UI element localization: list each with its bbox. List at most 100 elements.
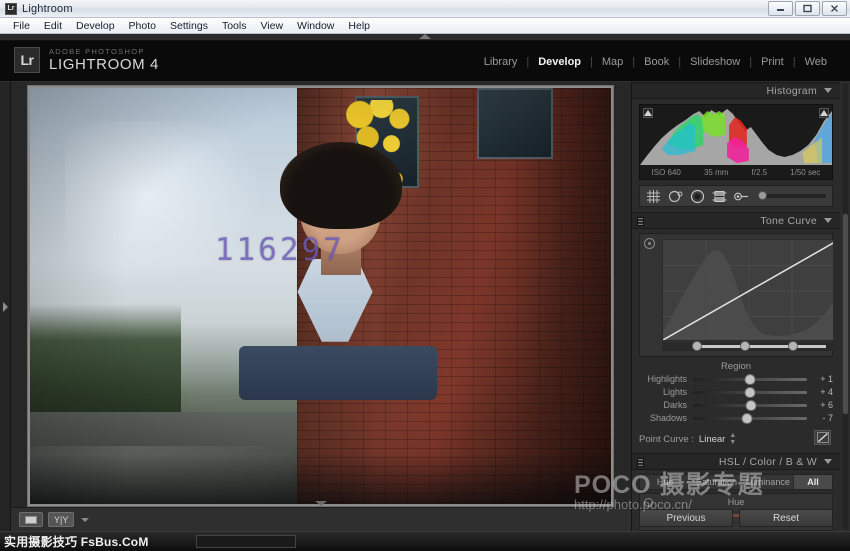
menu-settings[interactable]: Settings	[163, 19, 215, 33]
edit-point-curve-button[interactable]	[814, 430, 831, 445]
module-web[interactable]: Web	[796, 55, 836, 69]
identity-plate[interactable]: Lr ADOBE PHOTOSHOP LIGHTROOM 4	[14, 47, 159, 73]
split-handle-highlights[interactable]	[788, 341, 798, 351]
slider-track[interactable]	[693, 412, 807, 424]
lr-badge-icon: Lr	[14, 47, 40, 73]
menu-view[interactable]: View	[253, 19, 290, 33]
chevron-down-icon[interactable]	[824, 459, 832, 464]
histogram-graph[interactable]: ISO 640 35 mm f/2.5 1/50 sec	[639, 104, 833, 180]
slider-track[interactable]	[693, 386, 807, 398]
slider-knob[interactable]	[744, 373, 756, 385]
taskbar-input-box[interactable]	[196, 535, 296, 548]
hsl-tab-bar: Hue Saturation Luminance All	[639, 474, 833, 490]
slider-track[interactable]	[693, 399, 807, 411]
graduated-filter-icon[interactable]	[712, 189, 727, 204]
slider-highlights[interactable]: Highlights + 1	[639, 373, 833, 385]
highlight-clipping-indicator-icon[interactable]	[819, 108, 829, 118]
loupe-view-button[interactable]	[19, 512, 43, 527]
menu-help[interactable]: Help	[341, 19, 377, 33]
chevron-down-icon[interactable]	[315, 501, 327, 506]
panel-toggle-switch-icon[interactable]	[637, 458, 644, 467]
chevron-updown-icon[interactable]: ▲ ▼	[729, 432, 736, 446]
panel-scrollbar[interactable]	[843, 84, 848, 529]
taskbar: 实用摄影技巧 FsBus.CoM	[0, 531, 850, 551]
chevron-down-icon[interactable]	[824, 218, 832, 223]
splitter-track	[696, 345, 826, 348]
module-slideshow[interactable]: Slideshow	[681, 55, 749, 69]
targeted-adjustment-tool-icon[interactable]	[644, 498, 653, 507]
panel-toggle-switch-icon[interactable]	[637, 217, 644, 226]
tone-curve-panel-header[interactable]: Tone Curve	[632, 212, 840, 229]
window-controls	[768, 1, 847, 16]
slider-label: Highlights	[647, 374, 687, 384]
module-map[interactable]: Map	[593, 55, 632, 69]
menu-develop[interactable]: Develop	[69, 19, 122, 33]
exif-focal: 35 mm	[703, 168, 729, 177]
preview-photo[interactable]: 116297	[30, 88, 611, 504]
menu-tools[interactable]: Tools	[215, 19, 254, 33]
hsl-tab-all[interactable]: All	[793, 475, 832, 489]
scrollbar-thumb[interactable]	[843, 214, 848, 414]
hsl-tab-hue[interactable]: Hue	[640, 475, 692, 489]
menu-window[interactable]: Window	[290, 19, 341, 33]
spot-removal-icon[interactable]	[668, 189, 683, 204]
loupe-icon	[25, 515, 37, 524]
slider-lights[interactable]: Lights + 4	[639, 386, 833, 398]
exif-readout: ISO 640 35 mm f/2.5 1/50 sec	[640, 168, 832, 177]
menu-file[interactable]: File	[6, 19, 37, 33]
module-book[interactable]: Book	[635, 55, 678, 69]
workspace: 116297 Y|Y Histogram ISO 640 35 mm f/2.5…	[0, 82, 850, 531]
hsl-tab-luminance[interactable]: Luminance	[743, 475, 794, 489]
module-picker: Library | Develop | Map | Book | Slidesh…	[475, 55, 836, 69]
red-eye-correction-icon[interactable]	[690, 189, 705, 204]
split-handle-midtones[interactable]	[740, 341, 750, 351]
module-print[interactable]: Print	[752, 55, 793, 69]
slider-knob[interactable]	[744, 386, 756, 398]
slider-shadows[interactable]: Shadows - 7	[639, 412, 833, 424]
hsl-panel-header[interactable]: HSL / Color / B & W	[632, 453, 840, 470]
slider-track[interactable]	[693, 373, 807, 385]
tone-curve-plot-icon	[663, 240, 833, 340]
module-library[interactable]: Library	[475, 55, 527, 69]
tone-curve-graph[interactable]	[662, 239, 834, 341]
module-develop[interactable]: Develop	[529, 55, 590, 69]
histogram-title: Histogram	[766, 84, 817, 97]
maximize-button[interactable]	[795, 1, 820, 16]
histogram-panel-header[interactable]: Histogram	[632, 82, 840, 99]
shadow-clipping-indicator-icon[interactable]	[643, 108, 653, 118]
slider-darks[interactable]: Darks + 6	[639, 399, 833, 411]
split-handle-shadows[interactable]	[692, 341, 702, 351]
previous-button[interactable]: Previous	[639, 509, 733, 527]
wordmark: ADOBE PHOTOSHOP LIGHTROOM 4	[49, 48, 159, 73]
identity-plate-header: Lr ADOBE PHOTOSHOP LIGHTROOM 4 Library |…	[0, 41, 850, 82]
top-panel-collapse-strip[interactable]	[0, 34, 850, 41]
curve-pencil-icon	[816, 432, 829, 443]
hsl-tab-saturation[interactable]: Saturation	[691, 475, 743, 489]
menu-edit[interactable]: Edit	[37, 19, 69, 33]
minimize-button[interactable]	[768, 1, 793, 16]
chevron-down-icon[interactable]	[81, 517, 90, 522]
menu-photo[interactable]: Photo	[122, 19, 163, 33]
brush-size-slider[interactable]	[758, 191, 826, 200]
chevron-up-icon	[419, 34, 431, 39]
left-panel-collapse-strip[interactable]	[0, 82, 11, 531]
compare-view-button[interactable]: Y|Y	[48, 512, 75, 527]
point-curve-row: Point Curve : Linear ▲ ▼	[639, 430, 833, 448]
image-canvas-area: 116297 Y|Y	[11, 82, 631, 531]
close-button[interactable]	[822, 1, 847, 16]
window-title: Lightroom	[22, 2, 73, 15]
photo-watermark-text: 116297	[214, 232, 345, 269]
slider-value: + 4	[820, 387, 833, 397]
slider-value: + 1	[820, 374, 833, 384]
brush-size-slider-knob[interactable]	[758, 191, 767, 200]
reset-button[interactable]: Reset	[739, 509, 833, 527]
chevron-down-icon[interactable]	[824, 88, 832, 93]
point-curve-value[interactable]: Linear	[699, 434, 725, 445]
brand-superline: ADOBE PHOTOSHOP	[49, 46, 145, 56]
tone-curve-region-splitter[interactable]	[662, 341, 834, 351]
crop-overlay-icon[interactable]	[646, 189, 661, 204]
slider-knob[interactable]	[745, 399, 757, 411]
slider-knob[interactable]	[741, 412, 753, 424]
targeted-adjustment-tool-icon[interactable]	[644, 238, 655, 249]
adjustment-brush-icon[interactable]	[734, 189, 749, 204]
